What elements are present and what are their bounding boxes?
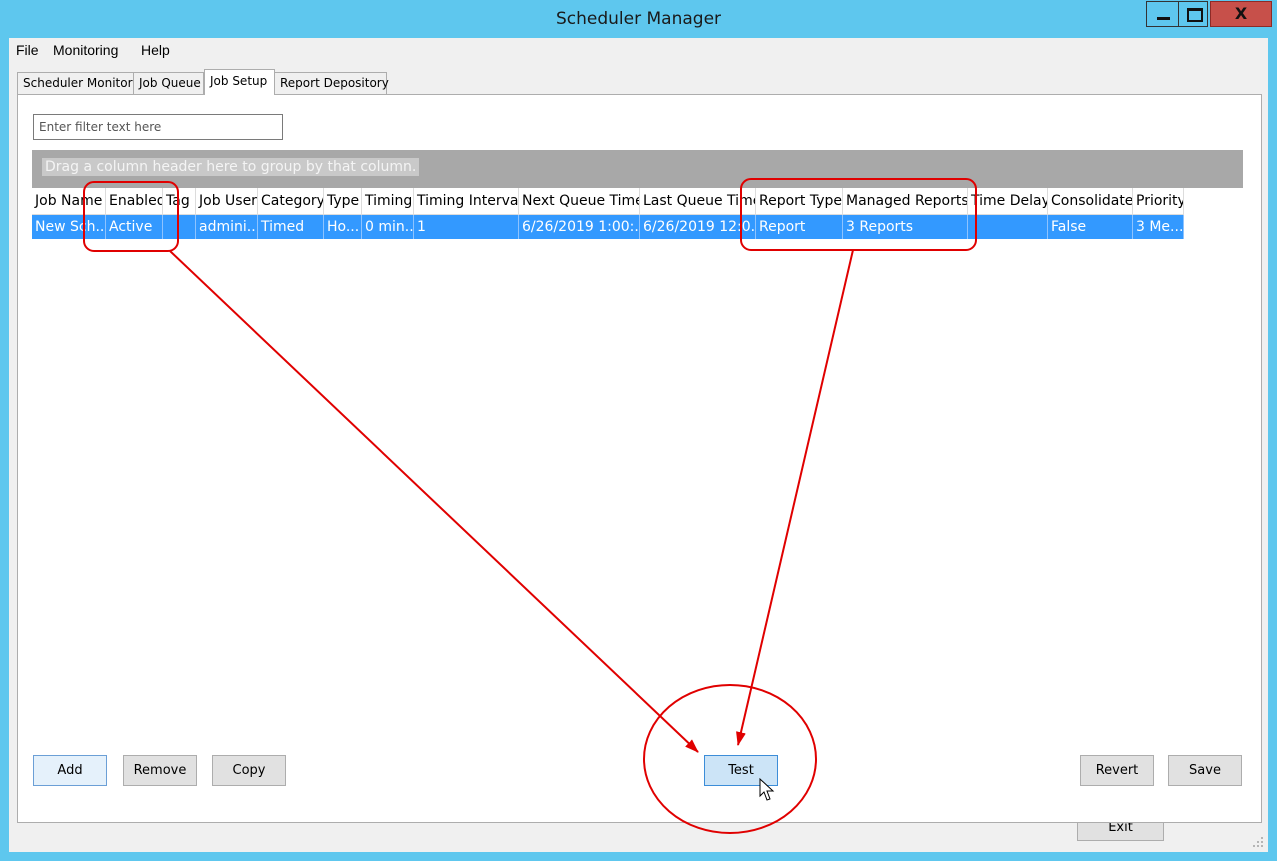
filter-input[interactable] xyxy=(33,114,283,140)
title-bar[interactable]: Scheduler Manager X xyxy=(0,0,1277,38)
minimize-icon xyxy=(1157,17,1170,20)
cell-consolidate[interactable]: False xyxy=(1048,215,1133,239)
menu-bar: File Monitoring Help xyxy=(9,38,1268,62)
add-button[interactable]: Add xyxy=(33,755,107,786)
revert-button[interactable]: Revert xyxy=(1080,755,1154,786)
cell-job-name[interactable]: New Sch... xyxy=(32,215,106,239)
column-header-report-type[interactable]: Report Type xyxy=(756,188,843,214)
column-header-category[interactable]: Category xyxy=(258,188,324,214)
job-setup-panel: Drag a column header here to group by th… xyxy=(17,94,1262,823)
cell-enabled[interactable]: Active xyxy=(106,215,163,239)
cell-category[interactable]: Timed xyxy=(258,215,324,239)
column-header-consolidate[interactable]: Consolidate xyxy=(1048,188,1133,214)
column-header-tag[interactable]: Tag xyxy=(163,188,196,214)
column-header-timing[interactable]: Timing xyxy=(362,188,414,214)
column-header-enabled[interactable]: Enabled xyxy=(106,188,163,214)
minimize-button[interactable] xyxy=(1146,1,1179,27)
cell-job-user[interactable]: admini... xyxy=(196,215,258,239)
menu-file[interactable]: File xyxy=(16,42,39,58)
column-header-job-name[interactable]: Job Name xyxy=(32,188,106,214)
resize-grip-icon[interactable] xyxy=(1252,836,1264,848)
cell-time-delay[interactable] xyxy=(968,215,1048,239)
menu-monitoring[interactable]: Monitoring xyxy=(53,42,118,58)
cell-timing-interval[interactable]: 1 xyxy=(414,215,519,239)
window-title: Scheduler Manager xyxy=(555,9,722,29)
tab-report-depository[interactable]: Report Depository xyxy=(274,72,389,94)
column-header-last-queue-time[interactable]: Last Queue Time xyxy=(640,188,756,214)
table-row[interactable]: New Sch... Active admini... Timed Ho... … xyxy=(32,215,1184,239)
group-by-bar[interactable]: Drag a column header here to group by th… xyxy=(32,150,1243,188)
tab-job-setup[interactable]: Job Setup xyxy=(204,69,275,95)
copy-button[interactable]: Copy xyxy=(212,755,286,786)
test-button[interactable]: Test xyxy=(704,755,778,786)
cell-timing[interactable]: 0 min... xyxy=(362,215,414,239)
close-button[interactable]: X xyxy=(1210,1,1272,27)
column-header-managed-reports[interactable]: Managed Reports xyxy=(843,188,968,214)
menu-help[interactable]: Help xyxy=(141,42,170,58)
save-button[interactable]: Save xyxy=(1168,755,1242,786)
cell-managed-reports[interactable]: 3 Reports xyxy=(843,215,968,239)
cell-tag[interactable] xyxy=(163,215,196,239)
tab-job-queue[interactable]: Job Queue xyxy=(133,72,204,94)
tab-scheduler-monitor[interactable]: Scheduler Monitor xyxy=(17,72,134,94)
cell-last-queue-time[interactable]: 6/26/2019 12:0... xyxy=(640,215,756,239)
remove-button[interactable]: Remove xyxy=(123,755,197,786)
cell-report-type[interactable]: Report xyxy=(756,215,843,239)
window-client-area: File Monitoring Help Scheduler Monitor J… xyxy=(9,38,1268,852)
column-header-timing-interval[interactable]: Timing Interval xyxy=(414,188,519,214)
close-icon: X xyxy=(1234,4,1248,23)
cell-next-queue-time[interactable]: 6/26/2019 1:00:... xyxy=(519,215,640,239)
column-header-next-queue-time[interactable]: Next Queue Time xyxy=(519,188,640,214)
group-by-hint: Drag a column header here to group by th… xyxy=(42,158,420,176)
column-header-job-user[interactable]: Job User xyxy=(196,188,258,214)
column-header-priority[interactable]: Priority xyxy=(1133,188,1184,214)
cell-priority[interactable]: 3 Me... xyxy=(1133,215,1184,239)
column-header-type[interactable]: Type xyxy=(324,188,362,214)
maximize-button[interactable] xyxy=(1178,1,1208,27)
cell-type[interactable]: Ho... xyxy=(324,215,362,239)
maximize-icon xyxy=(1187,8,1203,22)
column-header-time-delay[interactable]: Time Delay xyxy=(968,188,1048,214)
